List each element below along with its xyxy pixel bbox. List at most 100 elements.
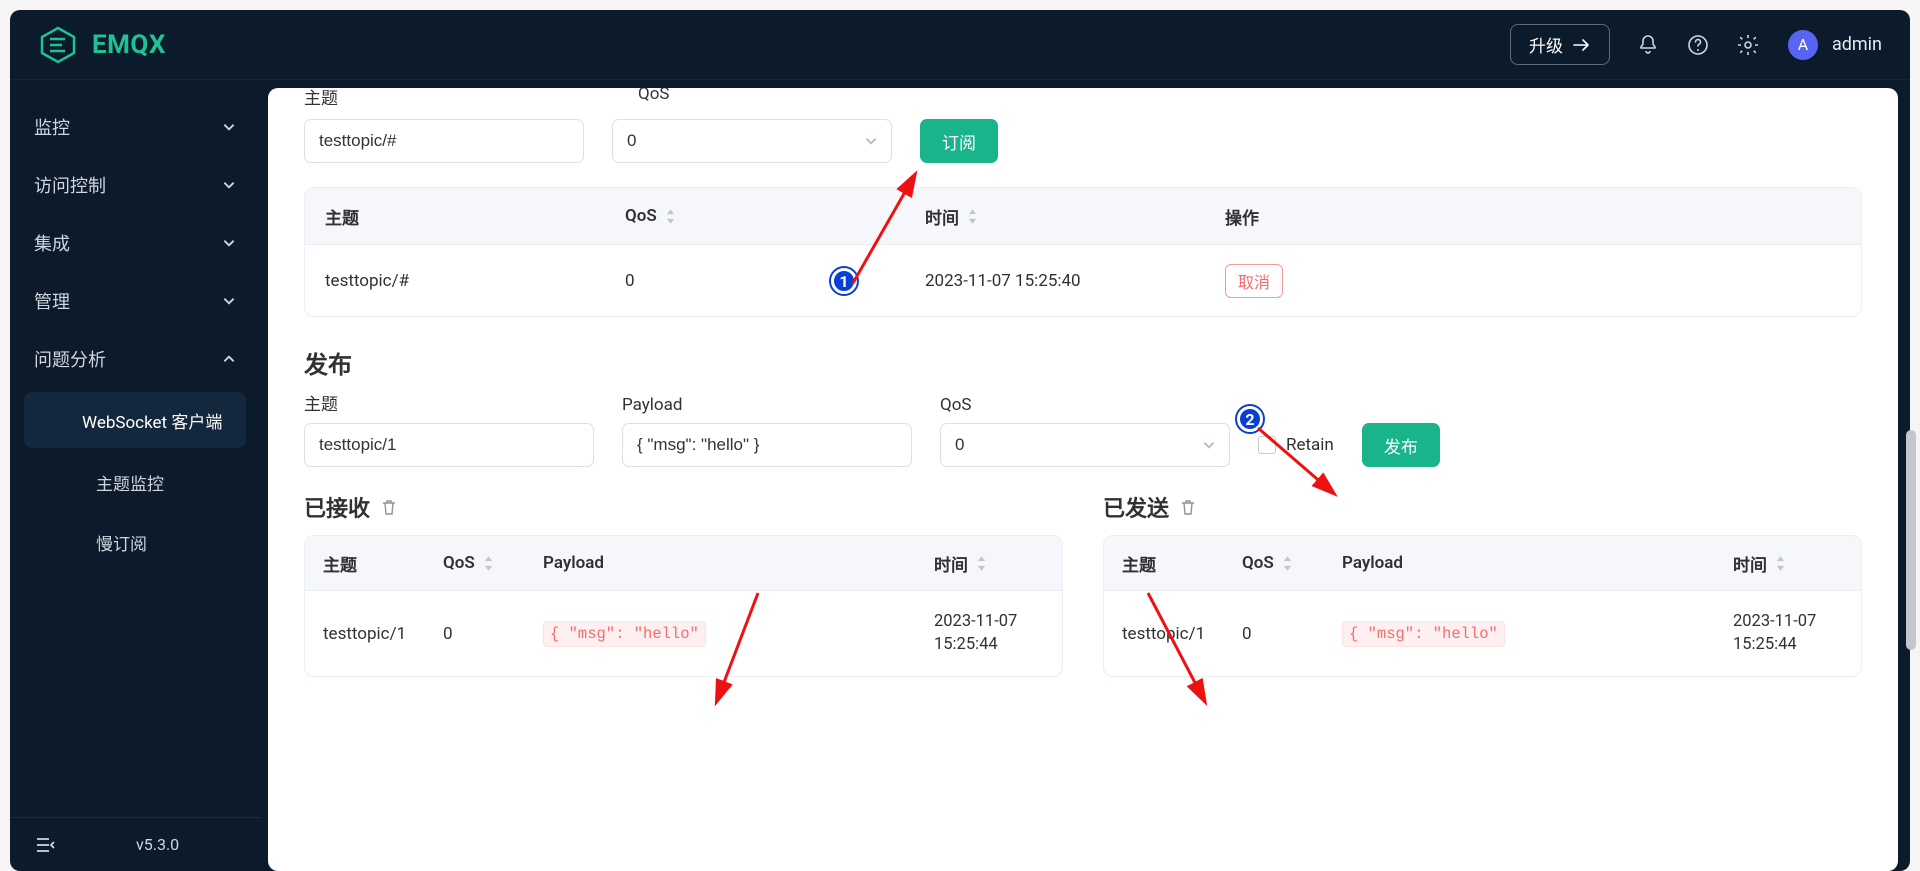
publish-qos-value[interactable] [940, 423, 1230, 467]
subscribe-qos-label: QoS [638, 88, 670, 109]
upgrade-button[interactable]: 升级 [1510, 24, 1610, 65]
publish-payload-input[interactable] [622, 423, 912, 467]
window-scrollbar[interactable] [1904, 90, 1918, 861]
col-header-qos[interactable]: QoS [625, 206, 925, 226]
subscribe-topic-label: 主题 [304, 88, 338, 109]
sidebar-sub-websocket[interactable]: WebSocket 客户端 [24, 392, 246, 448]
trash-icon[interactable] [1179, 498, 1197, 516]
sort-icon [482, 555, 495, 572]
subscribe-row: 订阅 [304, 119, 1862, 163]
cell-qos: 0 [443, 624, 543, 644]
app-header: EMQX 升级 A admin [10, 10, 1910, 80]
col-header-payload: Payload [1342, 553, 1733, 573]
received-title: 已接收 [304, 491, 370, 523]
received-table: 主题 QoS Payload 时间 te [304, 535, 1063, 677]
cell-time: 2023-11-07 15:25:40 [925, 271, 1225, 291]
cell-time: 2023-11-07 15:25:44 [1733, 611, 1843, 656]
sidebar-item-label: 慢订阅 [96, 530, 147, 555]
upgrade-label: 升级 [1529, 32, 1563, 57]
subscribe-qos-select[interactable] [612, 119, 892, 163]
sidebar-item-label: WebSocket 客户端 [82, 408, 222, 433]
sidebar-item-monitor[interactable]: 监控 [10, 98, 260, 156]
retain-checkbox[interactable] [1258, 436, 1276, 454]
logo[interactable]: EMQX [38, 25, 166, 65]
cell-topic: testtopic/# [325, 271, 625, 291]
col-header-topic: 主题 [323, 551, 443, 576]
trash-icon[interactable] [380, 498, 398, 516]
sidebar-item-manage[interactable]: 管理 [10, 272, 260, 330]
sidebar-item-label: 问题分析 [34, 346, 106, 372]
col-header-time[interactable]: 时间 [934, 551, 1044, 576]
col-header-qos[interactable]: QoS [443, 553, 543, 573]
sidebar-item-label: 管理 [34, 288, 70, 314]
sidebar-item-integration[interactable]: 集成 [10, 214, 260, 272]
retain-label: Retain [1286, 435, 1334, 455]
sidebar-item-access[interactable]: 访问控制 [10, 156, 260, 214]
col-header-payload: Payload [543, 553, 934, 573]
subscribe-labels-row: 主题 QoS [304, 88, 1862, 109]
cell-payload: { "msg": "hello" [1342, 621, 1505, 647]
subscribe-topic-input[interactable] [304, 119, 584, 163]
unsubscribe-button[interactable]: 取消 [1225, 264, 1283, 298]
sort-icon [975, 555, 988, 572]
subscribe-button[interactable]: 订阅 [920, 119, 998, 163]
table-row: testtopic/1 0 { "msg": "hello" 2023-11-0… [305, 590, 1062, 676]
sort-icon [1281, 555, 1294, 572]
col-header-op: 操作 [1225, 204, 1841, 229]
subscriptions-table: 主题 QoS 时间 操作 testtopic/# 0 [304, 187, 1862, 317]
publish-topic-input[interactable] [304, 423, 594, 467]
sidebar-footer: v5.3.0 [10, 817, 260, 871]
col-header-qos[interactable]: QoS [1242, 553, 1342, 573]
cell-qos: 0 [625, 271, 925, 291]
sidebar-sub-topic-monitor[interactable]: 主题监控 [24, 454, 246, 510]
publish-qos-select[interactable] [940, 423, 1230, 467]
sent-title: 已发送 [1103, 491, 1169, 523]
scrollbar-thumb[interactable] [1906, 430, 1916, 650]
main-content: 主题 QoS 订阅 主题 QoS [268, 88, 1898, 871]
cell-payload: { "msg": "hello" [543, 621, 706, 647]
sent-table: 主题 QoS Payload 时间 te [1103, 535, 1862, 677]
sidebar: 监控 访问控制 集成 管理 问题分析 WebSocket 客户端 [10, 80, 260, 871]
sort-icon [966, 208, 979, 225]
sort-icon [664, 208, 677, 225]
sidebar-item-label: 监控 [34, 114, 70, 140]
publish-payload-label: Payload [622, 395, 912, 415]
sidebar-item-label: 集成 [34, 230, 70, 256]
sidebar-item-diagnose[interactable]: 问题分析 [10, 330, 260, 388]
username-label[interactable]: admin [1832, 34, 1882, 55]
collapse-sidebar-icon[interactable] [34, 834, 56, 856]
retain-checkbox-wrap[interactable]: Retain [1258, 423, 1334, 467]
emqx-logo-icon [38, 25, 78, 65]
subscribe-qos-value[interactable] [612, 119, 892, 163]
version-label: v5.3.0 [136, 835, 179, 854]
cell-topic: testtopic/1 [323, 624, 443, 644]
publish-row: 主题 Payload QoS [304, 390, 1862, 467]
col-header-time[interactable]: 时间 [1733, 551, 1843, 576]
help-icon[interactable] [1686, 33, 1710, 57]
chevron-down-icon [222, 178, 236, 192]
chevron-down-icon [222, 120, 236, 134]
table-row: testtopic/# 0 2023-11-07 15:25:40 取消 [305, 244, 1861, 316]
sidebar-sub-slow-sub[interactable]: 慢订阅 [24, 514, 246, 570]
sidebar-item-label: 访问控制 [34, 172, 106, 198]
publish-topic-label: 主题 [304, 390, 594, 415]
cell-qos: 0 [1242, 624, 1342, 644]
cell-topic: testtopic/1 [1122, 624, 1242, 644]
sidebar-item-label: 主题监控 [96, 470, 164, 495]
col-header-time[interactable]: 时间 [925, 204, 1225, 229]
chevron-down-icon [222, 236, 236, 250]
avatar[interactable]: A [1788, 30, 1818, 60]
publish-qos-label: QoS [940, 395, 1230, 415]
chevron-down-icon [222, 294, 236, 308]
bell-icon[interactable] [1636, 33, 1660, 57]
cell-time: 2023-11-07 15:25:44 [934, 611, 1044, 656]
chevron-up-icon [222, 352, 236, 366]
publish-button[interactable]: 发布 [1362, 423, 1440, 467]
col-header-topic: 主题 [1122, 551, 1242, 576]
col-header-topic: 主题 [325, 204, 625, 229]
sort-icon [1774, 555, 1787, 572]
table-row: testtopic/1 0 { "msg": "hello" 2023-11-0… [1104, 590, 1861, 676]
gear-icon[interactable] [1736, 33, 1760, 57]
arrow-right-icon [1573, 38, 1591, 52]
logo-text: EMQX [92, 30, 166, 60]
